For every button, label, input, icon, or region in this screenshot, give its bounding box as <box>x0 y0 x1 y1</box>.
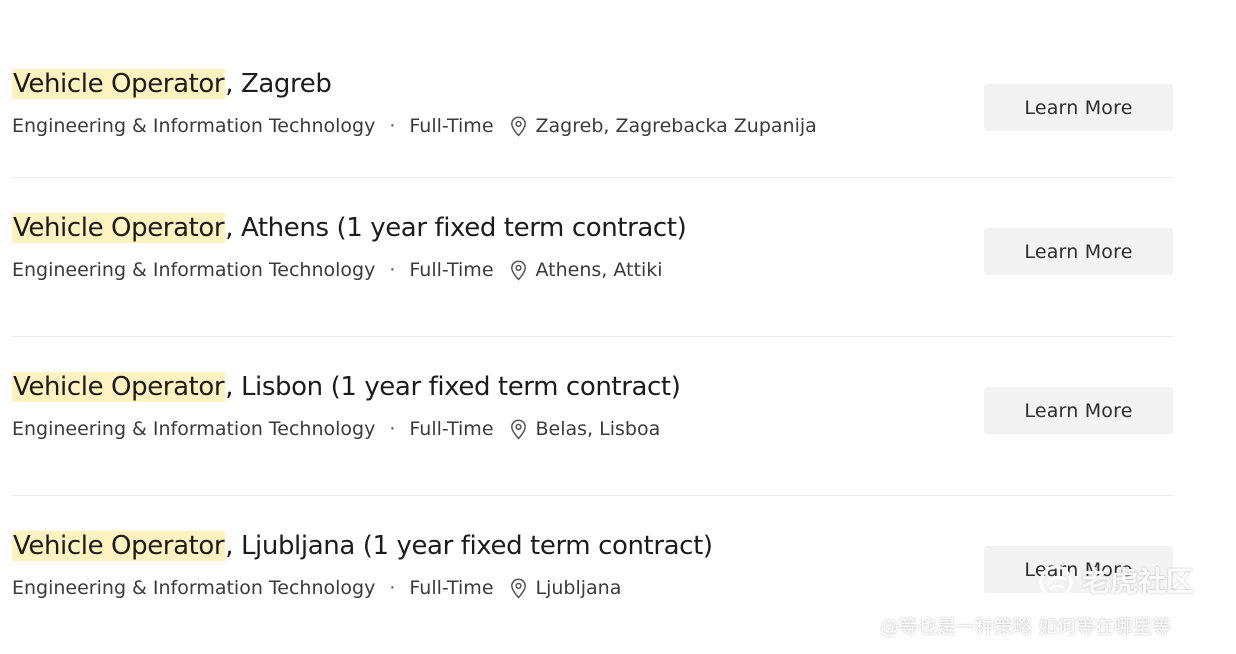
search-term-highlight: Vehicle Operator <box>12 213 226 243</box>
learn-more-button[interactable]: Learn More <box>984 228 1173 275</box>
meta-separator: · <box>389 259 396 281</box>
job-location: Athens, Attiki <box>535 259 663 281</box>
job-location: Zagreb, Zagrebacka Zupanija <box>535 115 817 137</box>
map-pin-icon <box>510 115 527 137</box>
map-pin-icon <box>510 577 527 599</box>
job-department: Engineering & Information Technology <box>12 115 376 137</box>
job-listing: Vehicle Operator, Lisbon (1 year fixed t… <box>12 369 1173 443</box>
watermark-brand: 老虎社区 <box>1082 565 1195 598</box>
job-title-rest: , Zagreb <box>225 69 332 99</box>
job-title-rest: , Athens (1 year fixed term contract) <box>225 213 687 243</box>
job-employment-type: Full-Time <box>409 115 494 137</box>
divider <box>12 336 1173 337</box>
learn-more-button[interactable]: Learn More <box>984 387 1173 434</box>
meta-separator: · <box>389 418 396 440</box>
search-term-highlight: Vehicle Operator <box>12 69 226 99</box>
job-title-rest: , Ljubljana (1 year fixed term contract) <box>225 531 713 561</box>
job-employment-type: Full-Time <box>409 418 494 440</box>
job-location: Ljubljana <box>535 577 622 599</box>
job-listings-page: Vehicle Operator, Zagreb Engineering & I… <box>0 0 1236 654</box>
job-department: Engineering & Information Technology <box>12 259 376 281</box>
map-pin-icon <box>510 418 527 440</box>
learn-more-button[interactable]: Learn More <box>984 84 1173 131</box>
job-listing: Vehicle Operator, Athens (1 year fixed t… <box>12 210 1173 284</box>
meta-separator: · <box>389 577 396 599</box>
job-employment-type: Full-Time <box>409 577 494 599</box>
watermark-logo: 老虎社区 <box>1038 562 1194 602</box>
watermark-caption: @等也是一种策略 如何等在哪里等 <box>880 616 1172 638</box>
divider <box>12 177 1173 178</box>
job-listing: Vehicle Operator, Zagreb Engineering & I… <box>12 66 1173 140</box>
job-title-rest: , Lisbon (1 year fixed term contract) <box>225 372 681 402</box>
map-pin-icon <box>510 259 527 281</box>
search-term-highlight: Vehicle Operator <box>12 531 226 561</box>
search-term-highlight: Vehicle Operator <box>12 372 226 402</box>
job-employment-type: Full-Time <box>409 259 494 281</box>
divider <box>12 495 1173 496</box>
job-department: Engineering & Information Technology <box>12 577 376 599</box>
job-listing: Vehicle Operator, Ljubljana (1 year fixe… <box>12 528 1173 602</box>
tiger-logo-icon <box>1038 564 1074 600</box>
job-department: Engineering & Information Technology <box>12 418 376 440</box>
job-location: Belas, Lisboa <box>535 418 661 440</box>
meta-separator: · <box>389 115 396 137</box>
